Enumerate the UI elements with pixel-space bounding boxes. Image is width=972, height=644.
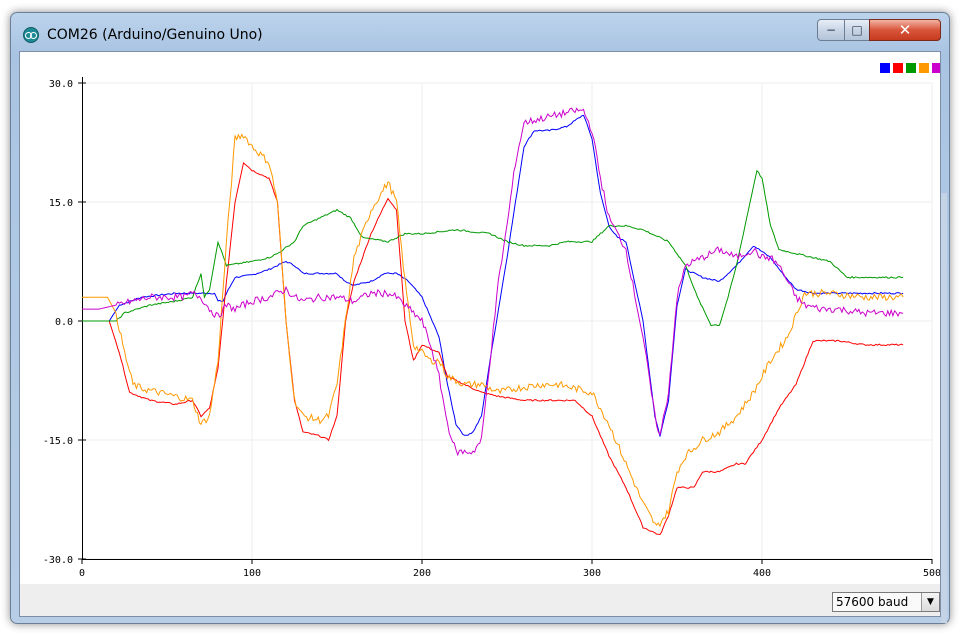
minimize-button[interactable]: − <box>817 19 845 41</box>
plot-area: 30.0 15.0 0.0 -15.0 -30.0 0 100 200 300 400 500 57… <box>19 51 941 617</box>
status-bar: 57600 baud ▼ <box>20 584 940 616</box>
y-tick-label: 15.0 <box>49 198 73 209</box>
window-title: COM26 (Arduino/Genuino Uno) <box>47 27 263 43</box>
y-tick-label: 30.0 <box>49 79 73 90</box>
maximize-button[interactable]: □ <box>844 19 870 41</box>
x-tick-label: 100 <box>243 568 261 579</box>
x-tick-label: 500 <box>923 568 940 579</box>
series-line <box>82 133 904 528</box>
y-tick-label: 0.0 <box>55 317 73 328</box>
chevron-down-icon[interactable]: ▼ <box>921 593 939 611</box>
close-button[interactable]: ✕ <box>869 19 941 41</box>
x-tick-label: 300 <box>583 568 601 579</box>
title-bar[interactable]: COM26 (Arduino/Genuino Uno) − □ ✕ <box>11 13 949 51</box>
series-line <box>82 107 904 457</box>
y-tick-label: -15.0 <box>43 436 73 447</box>
x-tick-label: 200 <box>413 568 431 579</box>
arduino-icon <box>23 27 39 43</box>
series-line <box>82 114 904 437</box>
serial-plotter-window: COM26 (Arduino/Genuino Uno) − □ ✕ 30.0 15… <box>10 12 950 624</box>
baud-rate-select[interactable]: 57600 baud ▼ <box>832 592 940 612</box>
series-line <box>82 169 904 327</box>
legend-swatch <box>880 63 890 73</box>
y-tick-label: -30.0 <box>43 555 73 566</box>
x-tick-label: 400 <box>753 568 771 579</box>
window-edge <box>941 193 947 623</box>
legend-swatch <box>932 63 940 73</box>
x-tick-label: 0 <box>79 568 85 579</box>
legend-swatch <box>919 63 929 73</box>
legend-swatch <box>893 63 903 73</box>
legend-swatch <box>906 63 916 73</box>
serial-plot: 30.0 15.0 0.0 -15.0 -30.0 0 100 200 300 400 500 <box>43 63 940 579</box>
baud-rate-value: 57600 baud <box>836 595 909 609</box>
